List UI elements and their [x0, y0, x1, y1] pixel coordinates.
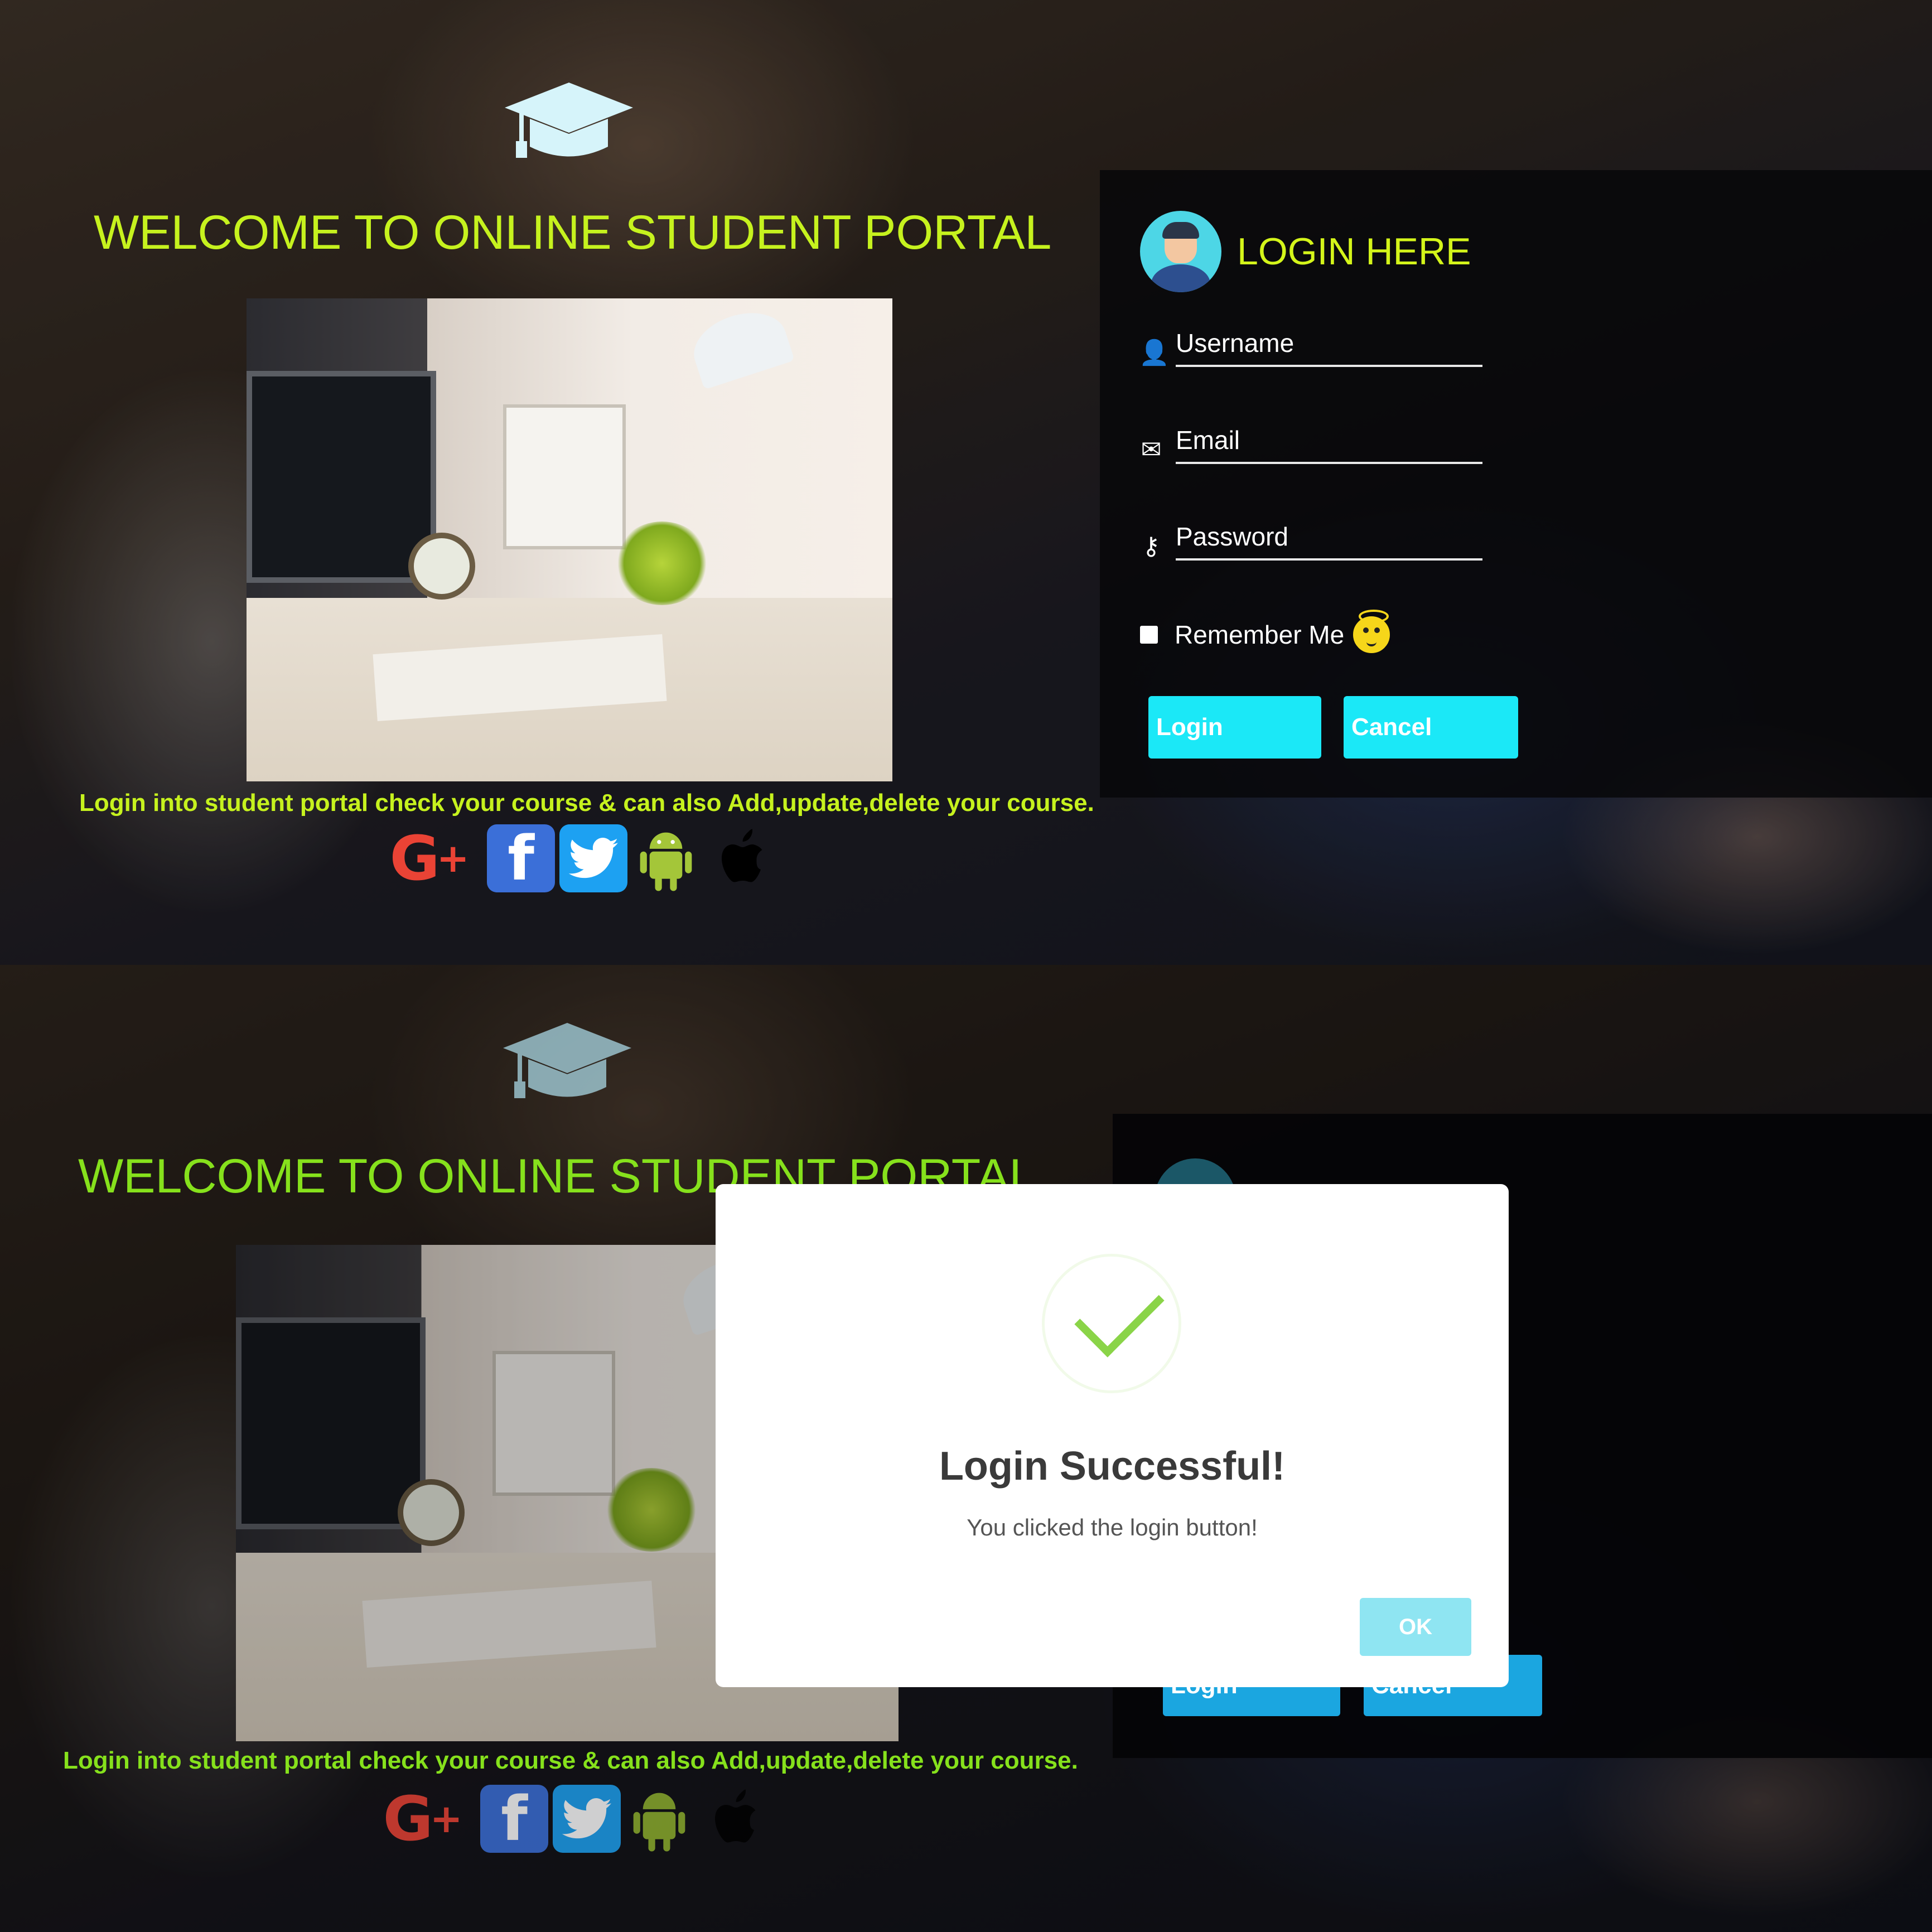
email-input[interactable]: Email	[1176, 425, 1482, 464]
email-field[interactable]: ✉ Email	[1139, 425, 1482, 464]
android-icon[interactable]	[625, 1785, 693, 1853]
success-circle	[1042, 1254, 1181, 1393]
success-dialog: Login Successful! You clicked the login …	[716, 1184, 1509, 1687]
tagline: Login into student portal check your cou…	[63, 1747, 1078, 1774]
username-input[interactable]: Username	[1176, 328, 1482, 367]
remember-label: Remember Me	[1175, 620, 1345, 649]
tagline: Login into student portal check your cou…	[79, 789, 1094, 817]
apple-icon[interactable]	[698, 1785, 766, 1853]
facebook-icon[interactable]: f	[480, 1783, 548, 1854]
username-field[interactable]: 👤 Username	[1139, 328, 1482, 367]
graduation-cap-icon	[503, 1023, 631, 1098]
user-icon: 👤	[1139, 339, 1170, 367]
envelope-icon: ✉	[1141, 436, 1162, 464]
user-avatar-icon	[1140, 211, 1221, 292]
login-title: LOGIN HERE	[1237, 230, 1471, 273]
dialog-title: Login Successful!	[939, 1444, 1286, 1489]
graduation-cap-icon	[505, 83, 633, 158]
social-links: G + f	[370, 1783, 766, 1854]
google-plus-icon[interactable]: G +	[376, 823, 482, 894]
ok-button[interactable]: OK	[1360, 1598, 1471, 1656]
page-title: WELCOME TO ONLINE STUDENT PORTAL	[94, 206, 1052, 259]
password-input[interactable]: Password	[1176, 521, 1482, 561]
desk-photo	[247, 298, 892, 781]
cancel-button[interactable]: Cancel	[1344, 696, 1518, 759]
angel-smiley-icon	[1353, 610, 1390, 653]
login-button[interactable]: Login	[1148, 696, 1321, 759]
social-links: G + f	[376, 823, 772, 894]
checkmark-icon	[1074, 1267, 1165, 1358]
apple-icon[interactable]	[704, 824, 772, 892]
google-plus-icon[interactable]: G +	[370, 1783, 476, 1854]
twitter-icon[interactable]	[559, 824, 627, 892]
login-panel: LOGIN HERE 👤 Username ✉ Email ⚷ Password…	[1100, 170, 1932, 798]
remember-me[interactable]: Remember Me	[1140, 610, 1390, 653]
login-screen: WELCOME TO ONLINE STUDENT PORTAL Login i…	[0, 0, 1932, 965]
android-icon[interactable]	[632, 824, 700, 892]
login-header: LOGIN HERE	[1140, 211, 1471, 292]
remember-checkbox[interactable]	[1140, 626, 1158, 644]
dialog-message: You clicked the login button!	[967, 1514, 1258, 1540]
password-field[interactable]: ⚷ Password	[1139, 521, 1482, 561]
facebook-icon[interactable]: f	[487, 823, 555, 894]
twitter-icon[interactable]	[553, 1785, 621, 1853]
key-icon: ⚷	[1142, 532, 1161, 561]
